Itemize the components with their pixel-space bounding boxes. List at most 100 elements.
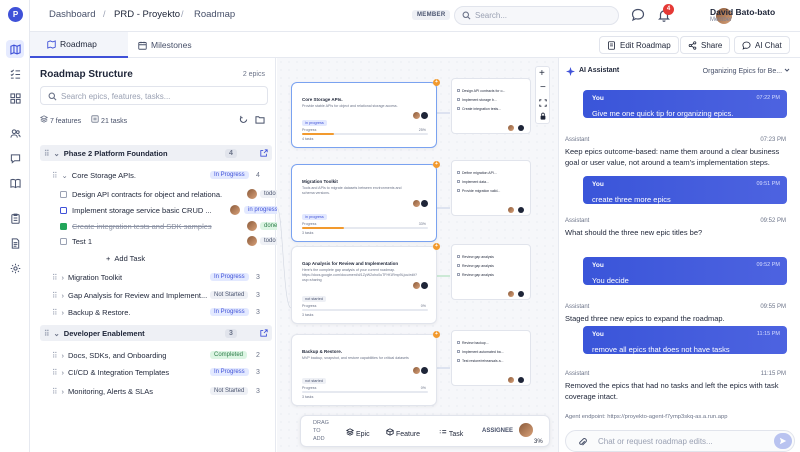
task-checkbox[interactable] xyxy=(60,190,67,198)
app-logo[interactable]: P xyxy=(8,7,23,22)
drag-handle-icon[interactable]: ⠿ xyxy=(52,351,58,360)
task-checkbox[interactable] xyxy=(60,237,67,245)
chevron-right-icon[interactable]: › xyxy=(62,351,65,360)
epic-row[interactable]: ⠿ › Migration Toolkit In Progress 3 xyxy=(40,269,272,285)
send-button[interactable] xyxy=(774,433,792,449)
epic-row[interactable]: ⠿ ⌄ Core Storage APIs. In Progress 4 xyxy=(40,167,272,183)
feature-task-list[interactable]: Define migration API... Implement data...… xyxy=(451,160,531,216)
drag-handle-icon[interactable]: ⠿ xyxy=(52,308,58,317)
phase-row[interactable]: ⠿ ⌄ Phase 2 Platform Foundation 4 xyxy=(40,145,272,161)
users-icon[interactable] xyxy=(6,124,24,142)
zoom-in-icon[interactable]: + xyxy=(539,68,545,79)
feature-task-list[interactable]: Design API contracts for o... Implement s… xyxy=(451,78,531,134)
add-link-handle-icon[interactable]: + xyxy=(433,331,440,338)
phase-row[interactable]: ⠿ ⌄ Developer Enablement 3 xyxy=(40,325,272,341)
drag-handle-icon[interactable]: ⠿ xyxy=(52,171,58,180)
chevron-right-icon[interactable]: › xyxy=(62,273,65,282)
add-task-button[interactable]: Task xyxy=(439,428,463,438)
epic-card[interactable]: Gap Analysis for Review and Implementati… xyxy=(291,246,437,324)
chevron-down-icon[interactable]: ⌄ xyxy=(54,329,60,338)
chevron-right-icon[interactable]: › xyxy=(62,387,65,396)
drag-handle-icon[interactable]: ⠿ xyxy=(52,291,58,300)
task-assignee-avatar[interactable] xyxy=(247,189,257,199)
message-author: You xyxy=(592,95,604,102)
task-assignee-avatar[interactable] xyxy=(247,236,257,246)
messages-icon[interactable] xyxy=(631,8,645,22)
structure-search-input[interactable]: Search epics, features, tasks... xyxy=(40,86,268,105)
clipboard-icon[interactable] xyxy=(6,209,24,227)
roadmap-canvas[interactable]: Core Storage APIs. Provide stable APIs fo… xyxy=(277,58,558,452)
refresh-icon[interactable] xyxy=(239,115,248,124)
task-checkbox[interactable] xyxy=(60,206,67,214)
epic-row[interactable]: ⠿ › Monitoring, Alerts & SLAs Not Started 3 xyxy=(40,383,272,399)
card-assignee-avatar[interactable] xyxy=(413,200,420,207)
drag-handle-icon[interactable]: ⠿ xyxy=(52,387,58,396)
breadcrumb-project[interactable]: PRD - Proyekto xyxy=(114,9,180,20)
chevron-down-icon[interactable]: ⌄ xyxy=(62,171,68,180)
chevron-down-icon[interactable]: ⌄ xyxy=(54,149,60,158)
add-link-handle-icon[interactable]: + xyxy=(433,79,440,86)
chevron-right-icon[interactable]: › xyxy=(62,291,65,300)
chevron-right-icon[interactable]: › xyxy=(62,308,65,317)
epic-row[interactable]: ⠿ › Docs, SDKs, and Onboarding Completed 2 xyxy=(40,347,272,363)
epic-card[interactable]: Migration Toolkit Tools and APIs to migra… xyxy=(291,164,437,242)
folder-icon[interactable] xyxy=(255,115,265,124)
epic-card[interactable]: Core Storage APIs. Provide stable APIs fo… xyxy=(291,82,437,148)
card-settings-icon[interactable] xyxy=(421,282,428,289)
card-settings-icon[interactable] xyxy=(421,367,428,374)
add-epic-button[interactable]: Epic xyxy=(345,428,370,438)
external-link-icon[interactable] xyxy=(260,329,268,337)
card-settings-icon[interactable] xyxy=(421,112,428,119)
task-row[interactable]: Design API contracts for object and rela… xyxy=(40,186,280,202)
fit-view-icon[interactable] xyxy=(539,99,547,107)
feature-task-list[interactable]: Review backup... Implement automated ba..… xyxy=(451,330,531,386)
roadmap-map-icon[interactable] xyxy=(6,40,24,58)
task-assignee-avatar[interactable] xyxy=(247,221,257,231)
document-icon[interactable] xyxy=(6,234,24,252)
card-assignee-avatar[interactable] xyxy=(413,112,420,119)
tab-milestones[interactable]: Milestones xyxy=(128,32,202,58)
global-search[interactable]: Search... xyxy=(454,6,619,25)
assignee-avatar[interactable] xyxy=(519,423,533,437)
settings-gear-icon[interactable] xyxy=(6,259,24,277)
card-assignee-avatar[interactable] xyxy=(413,367,420,374)
edit-roadmap-button[interactable]: Edit Roadmap xyxy=(599,36,679,54)
card-settings-icon[interactable] xyxy=(421,200,428,207)
conversation-select[interactable]: Organizing Epics for Be... xyxy=(703,67,790,75)
add-feature-button[interactable]: Feature xyxy=(386,428,420,438)
add-task-button[interactable]: + Add Task xyxy=(40,250,272,266)
ai-chat-button[interactable]: AI Chat xyxy=(734,36,790,54)
add-link-handle-icon[interactable]: + xyxy=(433,243,440,250)
drag-handle-icon[interactable]: ⠿ xyxy=(44,149,50,158)
external-link-icon[interactable] xyxy=(260,149,268,157)
grid-icon[interactable] xyxy=(6,89,24,107)
task-row[interactable]: Implement storage service basic CRUD ...… xyxy=(40,202,282,218)
card-assignee-avatar[interactable] xyxy=(413,282,420,289)
share-button[interactable]: Share xyxy=(680,36,731,54)
task-label: Implement storage service basic CRUD ... xyxy=(72,205,212,215)
epic-row[interactable]: ⠿ › Backup & Restore. In Progress 3 xyxy=(40,304,272,320)
tab-roadmap[interactable]: Roadmap xyxy=(30,32,128,58)
task-row[interactable]: Create integration tests and SDK samples… xyxy=(40,218,282,234)
checklist-icon[interactable] xyxy=(6,65,24,83)
epic-card[interactable]: Backup & Restore. MVP backup, snapshot, a… xyxy=(291,334,437,406)
zoom-out-icon[interactable]: − xyxy=(540,82,546,93)
attach-paperclip-icon[interactable] xyxy=(578,437,587,447)
book-icon[interactable] xyxy=(6,174,24,192)
breadcrumb-dashboard[interactable]: Dashboard xyxy=(49,9,95,20)
epic-row[interactable]: ⠿ › Gap Analysis for Review and Implement.… xyxy=(40,287,272,303)
add-link-handle-icon[interactable]: + xyxy=(433,161,440,168)
drag-handle-icon[interactable]: ⠿ xyxy=(52,368,58,377)
drag-handle-icon[interactable]: ⠿ xyxy=(44,329,50,338)
phase-label: Developer Enablement xyxy=(63,328,145,338)
drag-handle-icon[interactable]: ⠿ xyxy=(52,273,58,282)
task-assignee-avatar[interactable] xyxy=(230,205,240,215)
chat-input[interactable]: Chat or request roadmap edits... xyxy=(565,430,795,452)
chat-icon[interactable] xyxy=(6,149,24,167)
epic-row[interactable]: ⠿ › CI/CD & Integration Templates In Progre… xyxy=(40,364,272,380)
lock-icon[interactable] xyxy=(539,112,547,120)
feature-task-list[interactable]: Review gap analysis Review gap analysis Re… xyxy=(451,244,531,300)
task-row[interactable]: Test 1 todo xyxy=(40,233,280,249)
chevron-right-icon[interactable]: › xyxy=(62,368,65,377)
task-checkbox[interactable] xyxy=(60,222,67,230)
